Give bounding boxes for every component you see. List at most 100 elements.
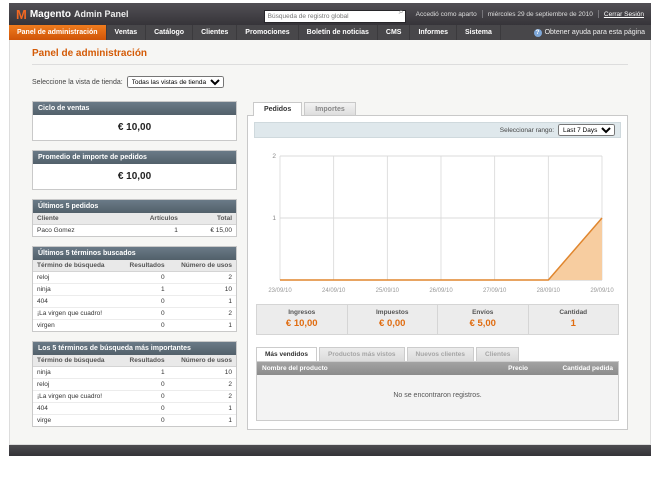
stat-value: € 0,00 xyxy=(379,318,406,329)
cell: 404 xyxy=(33,295,120,308)
left-column: Ciclo de ventas € 10,00 Promedio de impo… xyxy=(32,101,237,427)
col-header: Número de usos xyxy=(168,355,236,367)
nav-item-catalogo[interactable]: Catálogo xyxy=(146,25,194,40)
cell: 1 xyxy=(119,283,169,296)
table-row[interactable]: reloj 0 2 xyxy=(33,378,236,391)
nav-item-clientes[interactable]: Clientes xyxy=(193,25,238,40)
logout-link[interactable]: Cerrar Sesión xyxy=(604,11,644,18)
col-header: Número de usos xyxy=(168,260,236,272)
store-view-select[interactable]: Todas las vistas de tienda xyxy=(126,76,224,88)
nav-item-sistema[interactable]: Sistema xyxy=(457,25,501,40)
cell: virge xyxy=(37,417,52,424)
svg-text:27/09/10: 27/09/10 xyxy=(482,288,506,294)
table-row[interactable]: ¡La virgen que cuadro! 0 2 xyxy=(33,307,236,320)
nav-item-dashboard[interactable]: Panel de administración xyxy=(9,25,107,40)
svg-text:28/09/10: 28/09/10 xyxy=(536,288,560,294)
cell: 10 xyxy=(168,366,236,379)
stat-value: € 10,00 xyxy=(285,318,318,329)
col-header: Resultados xyxy=(119,260,169,272)
last-search-terms-box: Últimos 5 términos buscados Término de b… xyxy=(32,246,237,332)
page-title: Panel de administración xyxy=(32,48,628,65)
user-info: Accedió como aparto miércoles 29 de sept… xyxy=(416,10,644,18)
cell: virgen xyxy=(37,322,55,329)
logo-suffix: Admin Panel xyxy=(73,9,129,19)
tab-nuevos-clientes[interactable]: Nuevos clientes xyxy=(406,347,475,361)
cell: ninja xyxy=(33,283,120,296)
nav-item-informes[interactable]: Informes xyxy=(410,25,458,40)
header-bar: M Magento Admin Panel ⌕ Accedió como apa… xyxy=(9,3,651,25)
stat-value: € 5,00 xyxy=(469,318,496,329)
magento-logo-icon: M xyxy=(16,6,27,22)
separator xyxy=(597,10,599,18)
nav-item-boletin[interactable]: Boletín de noticias xyxy=(299,25,378,40)
global-search-input[interactable] xyxy=(263,10,406,23)
logo-text: Magento xyxy=(29,8,71,20)
search-icon[interactable]: ⌕ xyxy=(399,6,404,17)
tab-importes[interactable]: Importes xyxy=(304,102,356,116)
cell: 0 xyxy=(119,271,169,284)
cell: ninja xyxy=(33,366,120,379)
table-row[interactable]: reloj 0 2 xyxy=(33,271,236,284)
top-search-terms-title: Los 5 términos de búsqueda más important… xyxy=(33,342,236,355)
table-header-row: Cliente Artículos Total xyxy=(33,213,236,225)
top-search-terms-table: Término de búsqueda Resultados Número de… xyxy=(33,355,236,426)
cell: 1 xyxy=(168,295,236,308)
chart-area: 1 2 23/09/10 24/09/10 25/09/10 26/09/10 27/09/… xyxy=(254,144,621,298)
nav-item-ventas[interactable]: Ventas xyxy=(107,25,147,40)
cell: 0 xyxy=(119,378,169,391)
stat-label: Impuestos xyxy=(375,309,409,316)
col-header: Término de búsqueda xyxy=(33,260,120,272)
store-view-label: Seleccione la vista de tienda: xyxy=(32,78,123,86)
average-order-box: Promedio de importe de pedidos € 10,00 xyxy=(32,150,237,190)
table-row[interactable]: ninja 1 10 xyxy=(33,283,236,296)
tab-clientes[interactable]: Clientes xyxy=(476,347,520,361)
page-help-link[interactable]: ? Obtener ayuda para esta página xyxy=(528,25,651,40)
stat-envios: Envíos € 5,00 xyxy=(437,305,528,334)
table-row[interactable]: ¡La virgen que cuadro! 0 2 xyxy=(33,390,236,403)
cell: 0 xyxy=(119,402,169,415)
table-header-row: Término de búsqueda Resultados Número de… xyxy=(33,260,236,272)
stat-value: 1 xyxy=(570,318,576,329)
table-row[interactable]: virgen 0 1 xyxy=(33,320,236,332)
cell: 10 xyxy=(168,283,236,296)
nav-spacer xyxy=(501,25,528,40)
nav-item-promociones[interactable]: Promociones xyxy=(237,25,299,40)
cell: 2 xyxy=(168,378,236,391)
grid-header-row: Nombre del producto Precio Cantidad pedi… xyxy=(257,362,618,375)
col-header: Artículos xyxy=(116,213,182,225)
average-order-title: Promedio de importe de pedidos xyxy=(33,151,236,164)
help-label: Obtener ayuda para esta página xyxy=(544,29,645,36)
dashboard-columns: Ciclo de ventas € 10,00 Promedio de impo… xyxy=(32,101,628,430)
table-row[interactable]: 404 0 1 xyxy=(33,402,236,415)
tab-pedidos[interactable]: Pedidos xyxy=(253,102,303,116)
nav-item-cms[interactable]: CMS xyxy=(378,25,411,40)
table-row[interactable]: 404 0 1 xyxy=(33,295,236,308)
tab-mas-vendidos[interactable]: Más vendidos xyxy=(256,347,317,361)
cell: 2 xyxy=(168,390,236,403)
magento-admin-page: M Magento Admin Panel ⌕ Accedió como apa… xyxy=(9,3,651,456)
range-select[interactable]: Last 7 Days xyxy=(558,124,615,136)
svg-text:2: 2 xyxy=(272,153,276,160)
content-area: Panel de administración Seleccione la vi… xyxy=(9,40,651,445)
range-label: Seleccionar rango: xyxy=(499,126,554,134)
stat-label: Envíos xyxy=(472,309,494,316)
stat-impuestos: Impuestos € 0,00 xyxy=(346,305,438,334)
stat-ingresos: Ingresos € 10,00 xyxy=(257,305,347,334)
cell: Paco Gomez xyxy=(37,227,75,234)
svg-text:23/09/10: 23/09/10 xyxy=(268,288,292,294)
table-row[interactable]: Paco Gomez 1 € 15,00 xyxy=(33,225,236,237)
current-date: miércoles 29 de septiembre de 2010 xyxy=(487,10,593,18)
svg-text:26/09/10: 26/09/10 xyxy=(429,288,453,294)
magento-logo[interactable]: M Magento Admin Panel xyxy=(16,8,128,21)
average-order-value: € 10,00 xyxy=(117,171,152,182)
col-header: Total xyxy=(181,213,236,225)
svg-text:25/09/10: 25/09/10 xyxy=(375,288,399,294)
tab-productos-mas-vistos[interactable]: Productos más vistos xyxy=(318,347,405,361)
table-row[interactable]: ninja 1 10 xyxy=(33,366,236,379)
col-header-product: Nombre del producto xyxy=(262,365,328,372)
last-orders-table: Cliente Artículos Total Paco Gomez 1 € 1… xyxy=(33,213,236,236)
col-header-qty: Cantidad pedida xyxy=(562,365,613,372)
store-switcher: Seleccione la vista de tienda: Todas las… xyxy=(32,76,628,88)
table-row[interactable]: virge 0 1 xyxy=(33,415,236,427)
svg-text:24/09/10: 24/09/10 xyxy=(321,288,345,294)
